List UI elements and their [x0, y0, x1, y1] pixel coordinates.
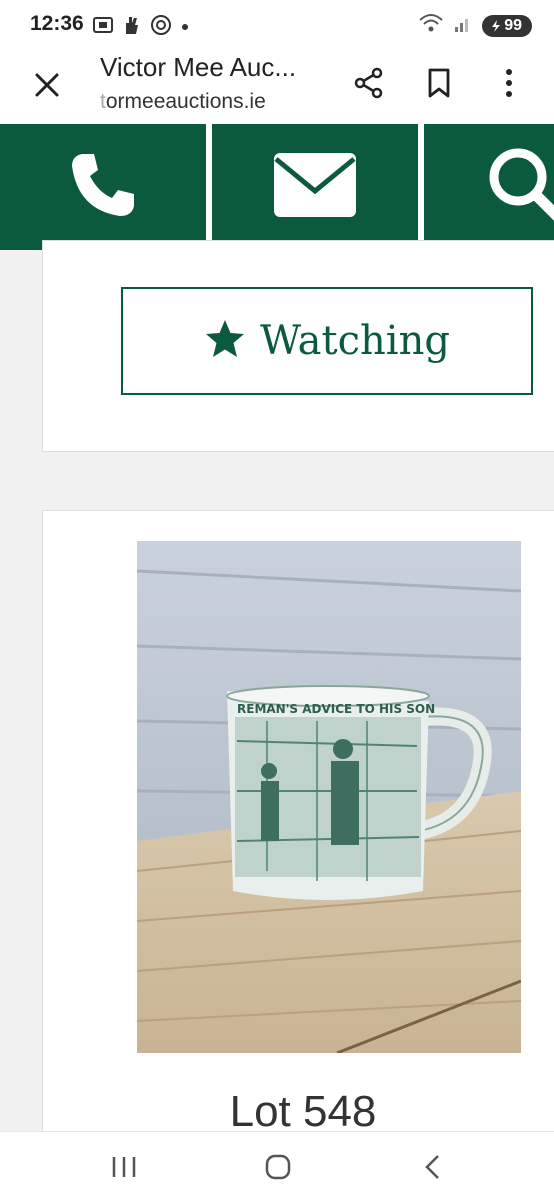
recent-apps-icon[interactable] [104, 1150, 144, 1184]
watching-button[interactable]: Watching [121, 287, 533, 395]
page-url: tormeeauctions.ie [100, 90, 266, 114]
phone-icon [68, 150, 138, 225]
email-icon [272, 151, 358, 224]
status-left-icons [92, 14, 190, 41]
at-icon [150, 14, 172, 41]
search-icon [486, 145, 554, 230]
browser-tab-header: Victor Mee Auc... tormeeauctions.ie [0, 52, 554, 124]
home-icon[interactable] [258, 1150, 298, 1184]
android-nav-bar [0, 1131, 554, 1201]
lot-image[interactable]: REMAN'S ADVICE TO HIS SON [136, 541, 522, 1055]
battery-icon: 99 [482, 14, 532, 37]
share-icon[interactable] [352, 66, 386, 100]
contact-action-bar [0, 124, 554, 250]
watching-label: Watching [260, 318, 450, 364]
email-button[interactable] [212, 124, 418, 250]
bookmark-icon[interactable] [422, 66, 456, 100]
lot-number: Lot 548 [229, 1087, 377, 1136]
status-time: 12:36 [30, 12, 84, 35]
lot-card: REMAN'S ADVICE TO HIS SON Lot 548 [42, 510, 554, 1152]
back-icon[interactable] [414, 1150, 454, 1184]
status-bar: 12:36 99 [0, 0, 554, 52]
more-vert-icon[interactable] [492, 66, 526, 100]
status-right-icons: 99 [418, 12, 532, 39]
signal-icon [454, 13, 472, 38]
dot-icon [180, 19, 190, 37]
page-title: Victor Mee Auc... [100, 52, 297, 82]
screenshot-icon [92, 15, 114, 40]
phone-button[interactable] [0, 124, 206, 250]
wifi-icon [418, 12, 444, 39]
star-icon [204, 318, 246, 365]
battery-level: 99 [504, 16, 522, 34]
url-domain: ormeeauctions.ie [105, 90, 266, 113]
mug-text: REMAN'S ADVICE TO HIS SON [237, 702, 435, 716]
hand-icon [122, 14, 142, 41]
watch-card: Watching [42, 240, 554, 452]
close-icon[interactable] [32, 70, 62, 100]
search-button[interactable] [424, 124, 554, 250]
